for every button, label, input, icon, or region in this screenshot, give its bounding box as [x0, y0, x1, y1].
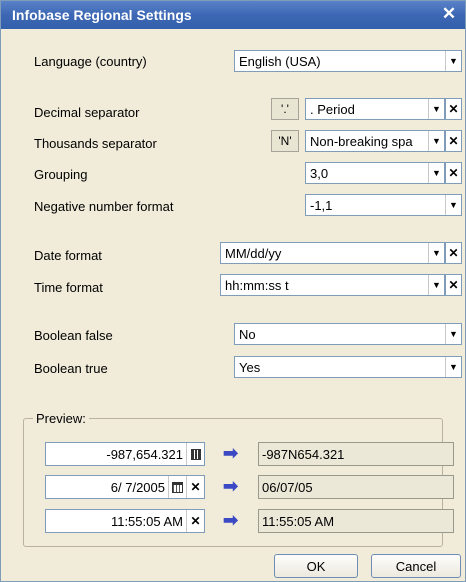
- grouping-select[interactable]: 3,0 ▼: [305, 162, 445, 184]
- chevron-down-icon[interactable]: ▼: [428, 275, 444, 295]
- clear-date-format-icon[interactable]: ✕: [445, 242, 462, 264]
- chevron-down-icon[interactable]: ▼: [428, 163, 444, 183]
- chevron-down-icon[interactable]: ▼: [445, 195, 461, 215]
- clear-grouping-icon[interactable]: ✕: [445, 162, 462, 184]
- clear-time-format-icon[interactable]: ✕: [445, 274, 462, 296]
- preview-date-value: 6/ 7/2005: [110, 479, 165, 495]
- chevron-down-icon[interactable]: ▼: [428, 131, 444, 151]
- boolean-true-select[interactable]: Yes ▼: [234, 356, 462, 378]
- thousands-symbol-badge: 'N': [271, 130, 299, 152]
- grouping-value: 3,0: [310, 165, 329, 181]
- date-format-select[interactable]: MM/dd/yy ▼: [220, 242, 445, 264]
- decimal-symbol-badge: '.': [271, 98, 299, 120]
- boolean-true-label: Boolean true: [34, 361, 108, 376]
- title-bar[interactable]: Infobase Regional Settings ✕: [1, 1, 465, 29]
- negative-format-value: -1,1: [310, 197, 333, 213]
- preview-time-value: 11:55:05 AM: [110, 513, 183, 529]
- preview-number-value: -987,654.321: [106, 446, 183, 462]
- clear-date-icon[interactable]: ✕: [186, 476, 204, 498]
- decimal-separator-value: . Period: [310, 101, 355, 117]
- cancel-button[interactable]: Cancel: [371, 554, 461, 578]
- calculator-icon[interactable]: [186, 443, 204, 465]
- boolean-false-label: Boolean false: [34, 328, 113, 343]
- decimal-separator-select[interactable]: . Period ▼: [305, 98, 445, 120]
- preview-number-output: -987N654.321: [258, 442, 454, 466]
- chevron-down-icon[interactable]: ▼: [445, 324, 461, 344]
- chevron-down-icon[interactable]: ▼: [445, 51, 461, 71]
- window-title: Infobase Regional Settings: [12, 7, 192, 23]
- grouping-label: Grouping: [34, 167, 88, 182]
- ok-button[interactable]: OK: [274, 554, 358, 578]
- close-icon[interactable]: ✕: [439, 4, 459, 24]
- boolean-false-value: No: [239, 326, 256, 342]
- preview-legend: Preview:: [36, 411, 86, 426]
- negative-format-label: Negative number format: [34, 199, 174, 214]
- time-format-select[interactable]: hh:mm:ss t ▼: [220, 274, 445, 296]
- time-format-label: Time format: [34, 280, 103, 295]
- date-format-value: MM/dd/yy: [225, 245, 282, 261]
- chevron-down-icon[interactable]: ▼: [445, 357, 461, 377]
- arrow-right-icon: ➡: [223, 510, 239, 530]
- language-value: English (USA): [239, 53, 321, 69]
- negative-format-select[interactable]: -1,1 ▼: [305, 194, 462, 216]
- preview-number-input[interactable]: -987,654.321: [45, 442, 205, 466]
- regional-settings-dialog: Infobase Regional Settings ✕ Language (c…: [0, 0, 466, 582]
- preview-time-output: 11:55:05 AM: [258, 509, 454, 533]
- clear-thousands-icon[interactable]: ✕: [445, 130, 462, 152]
- clear-time-icon[interactable]: ✕: [186, 510, 204, 532]
- preview-date-output: 06/07/05: [258, 475, 454, 499]
- clear-decimal-icon[interactable]: ✕: [445, 98, 462, 120]
- arrow-right-icon: ➡: [223, 476, 239, 496]
- boolean-false-select[interactable]: No ▼: [234, 323, 462, 345]
- language-label: Language (country): [34, 54, 147, 69]
- language-select[interactable]: English (USA) ▼: [234, 50, 462, 72]
- thousands-separator-value: Non-breaking spa: [310, 133, 413, 149]
- decimal-separator-label: Decimal separator: [34, 105, 140, 120]
- preview-time-input[interactable]: 11:55:05 AM ✕: [45, 509, 205, 533]
- thousands-separator-label: Thousands separator: [34, 136, 157, 151]
- time-format-value: hh:mm:ss t: [225, 277, 289, 293]
- chevron-down-icon[interactable]: ▼: [428, 99, 444, 119]
- calendar-icon[interactable]: [168, 476, 186, 498]
- thousands-separator-select[interactable]: Non-breaking spa ▼: [305, 130, 445, 152]
- preview-date-input[interactable]: 6/ 7/2005 ✕: [45, 475, 205, 499]
- arrow-right-icon: ➡: [223, 443, 239, 463]
- chevron-down-icon[interactable]: ▼: [428, 243, 444, 263]
- date-format-label: Date format: [34, 248, 102, 263]
- boolean-true-value: Yes: [239, 359, 261, 375]
